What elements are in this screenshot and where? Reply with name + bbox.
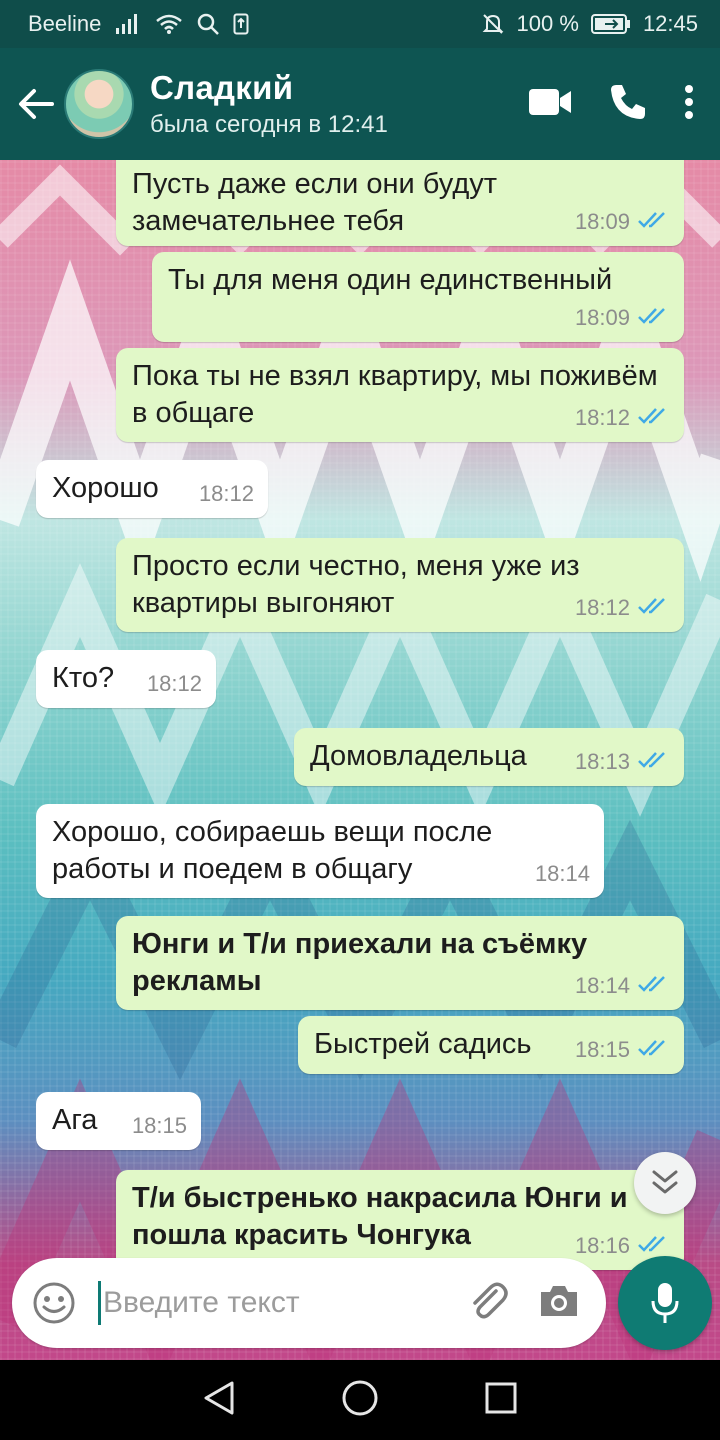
wifi-icon [155, 13, 183, 35]
message-input-bar[interactable]: Введите текст [12, 1258, 606, 1348]
message-time: 18:12 [574, 595, 630, 620]
signal-icon [115, 13, 141, 35]
message-time: 18:09 [574, 209, 630, 234]
message-time: 18:15 [574, 1037, 630, 1062]
carrier-label: Beeline [28, 11, 102, 36]
message-bubble-incoming[interactable]: Хорошо, собираешь вещи после работы и по… [36, 804, 604, 898]
read-ticks-icon [638, 589, 670, 626]
recents-square-icon[interactable] [484, 1381, 518, 1420]
message-time: 18:12 [146, 671, 202, 696]
message-bubble-incoming[interactable]: Кто? 18:12 [36, 650, 216, 708]
text-caret [98, 1281, 101, 1325]
mic-icon [651, 1283, 679, 1323]
message-bubble-outgoing[interactable]: Пока ты не взял квартиру, мы поживём в о… [116, 348, 684, 442]
message-time: 18:13 [574, 749, 630, 774]
message-bubble-outgoing[interactable]: Юнги и Т/и приехали на съёмку рекламы 18… [116, 916, 684, 1010]
read-ticks-icon [638, 399, 670, 436]
attach-icon[interactable] [466, 1279, 510, 1328]
message-time: 18:16 [574, 1233, 630, 1258]
mic-button[interactable] [618, 1256, 712, 1350]
read-ticks-icon [638, 743, 670, 780]
read-ticks-icon [638, 203, 670, 240]
message-bubble-outgoing[interactable]: Т/и быстренько накрасила Юнги и пошла кр… [116, 1170, 684, 1270]
mute-bell-icon [481, 12, 505, 36]
message-bubble-incoming[interactable]: Ага 18:15 [36, 1092, 201, 1150]
chevron-double-down-icon [652, 1170, 678, 1194]
chat-messages[interactable]: Пусть даже если они будут замечательнее … [0, 160, 720, 1360]
back-triangle-icon[interactable] [202, 1380, 236, 1421]
message-time: 18:15 [131, 1113, 187, 1138]
video-call-icon[interactable] [528, 87, 572, 122]
avatar[interactable] [64, 69, 134, 139]
system-navigation-bar [0, 1360, 720, 1440]
home-circle-icon[interactable] [341, 1379, 379, 1422]
message-time: 18:12 [198, 481, 254, 506]
read-ticks-icon [638, 967, 670, 1004]
message-bubble-outgoing[interactable]: Ты для меня один единственный 18:09 [152, 252, 684, 342]
camera-icon[interactable] [538, 1283, 580, 1324]
back-arrow-icon[interactable] [10, 78, 62, 130]
more-vert-icon[interactable] [684, 84, 694, 125]
battery-percent: 100 % [516, 11, 579, 36]
message-bubble-outgoing[interactable]: Пусть даже если они будут замечательнее … [116, 160, 684, 246]
message-bubble-outgoing[interactable]: Быстрей садись 18:15 [298, 1016, 684, 1074]
message-bubble-incoming[interactable]: Хорошо 18:12 [36, 460, 268, 518]
contact-name: Сладкий [150, 69, 294, 106]
search-icon [197, 13, 220, 35]
phone-icon[interactable] [608, 82, 648, 127]
read-ticks-icon [638, 299, 670, 336]
read-ticks-icon [638, 1031, 670, 1068]
battery-icon [590, 13, 631, 35]
message-bubble-outgoing[interactable]: Просто если честно, меня уже из квартиры… [116, 538, 684, 632]
message-input[interactable]: Введите текст [103, 1286, 300, 1320]
message-time: 18:14 [574, 973, 630, 998]
message-time: 18:12 [574, 405, 630, 430]
sim-icon [233, 13, 249, 35]
emoji-icon[interactable] [32, 1281, 76, 1325]
status-bar: Beeline 100 % 12:45 [0, 0, 720, 48]
message-time: 18:14 [534, 861, 590, 886]
chat-header: Сладкий была сегодня в 12:41 [0, 48, 720, 160]
status-time: 12:45 [642, 11, 698, 36]
message-bubble-outgoing[interactable]: Домовладельца 18:13 [294, 728, 684, 786]
last-seen-status: была сегодня в 12:41 [150, 111, 388, 138]
contact-info[interactable]: Сладкий была сегодня в 12:41 [150, 69, 388, 139]
scroll-to-bottom-button[interactable] [634, 1152, 696, 1214]
message-time: 18:09 [574, 305, 630, 330]
